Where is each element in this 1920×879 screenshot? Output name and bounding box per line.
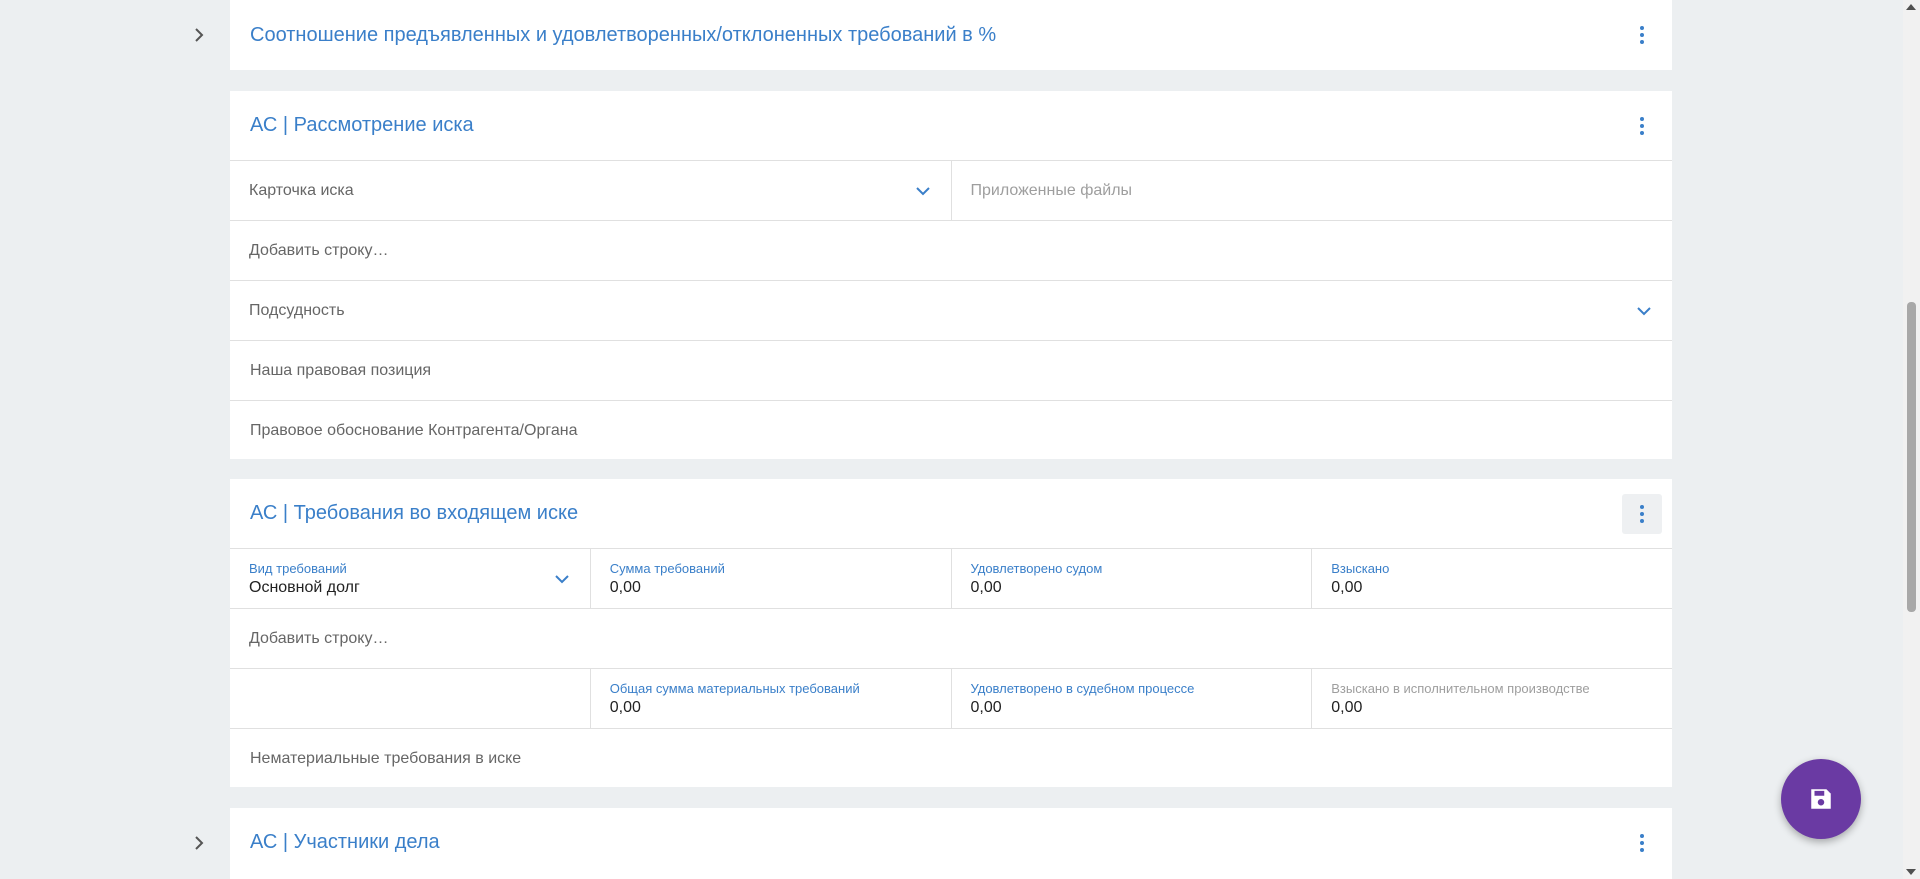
ratio-section-title: Соотношение предъявленных и удовлетворен… [250,23,997,46]
claims-menu-kebab-icon[interactable] [1622,493,1662,534]
satisfied-process-value: 0,00 [970,698,1002,716]
recovered-field[interactable]: Взыскано 0,00 [1311,549,1672,608]
claims-add-row-button[interactable]: Добавить строку… [230,609,1672,668]
non-material-label: Нематериальные требования в иске [250,749,522,767]
review-row-our-position: Наша правовая позиция [230,340,1672,400]
court-satisfied-value: 0,00 [970,578,1002,596]
claim-sum-field[interactable]: Сумма требований 0,00 [589,549,951,608]
attached-files-field[interactable]: Приложенные файлы [950,161,1673,220]
claim-type-label: Вид требований [249,560,347,576]
claim-type-dropdown[interactable]: Вид требований Основной долг [230,549,590,608]
claims-row-totals: Общая сумма материальных требований 0,00… [230,668,1672,728]
review-row-counterparty: Правовое обоснование Контрагента/Органа [230,400,1672,460]
review-row-card-files: Карточка иска Приложенные файлы [230,160,1672,220]
recovered-value: 0,00 [1331,578,1363,596]
review-add-row-button[interactable]: Добавить строку… [230,221,1672,280]
chevron-down-icon [555,574,569,583]
review-section-header: АС | Рассмотрение иска [230,91,1672,160]
claim-type-value: Основной долг [249,578,360,596]
expand-participants-chevron-icon[interactable] [192,836,206,850]
our-position-field[interactable]: Наша правовая позиция [230,341,1672,400]
total-material-label: Общая сумма материальных требований [609,680,860,696]
chevron-down-icon [915,186,930,195]
scroll-down-arrow-icon[interactable] [1906,869,1916,875]
court-satisfied-field[interactable]: Удовлетворено судом 0,00 [950,549,1312,608]
expand-ratio-chevron-icon[interactable] [192,28,206,42]
chevron-down-icon [1637,306,1651,315]
counterparty-basis-label: Правовое обоснование Контрагента/Органа [250,421,578,439]
review-row-jurisdiction: Подсудность [230,280,1672,340]
claims-add-row: Добавить строку… [230,608,1672,668]
claims-row-main: Вид требований Основной долг Сумма требо… [230,548,1672,608]
participants-section-header[interactable]: АС | Участники дела [230,808,1672,877]
ratio-menu-kebab-icon[interactable] [1622,15,1662,55]
scroll-up-arrow-icon[interactable] [1906,4,1916,10]
attached-files-label: Приложенные файлы [970,181,1133,199]
jurisdiction-label: Подсудность [249,301,345,319]
claim-card-label: Карточка иска [249,181,354,199]
save-button[interactable] [1781,759,1861,839]
review-add-row: Добавить строку… [230,220,1672,280]
satisfied-process-field: Удовлетворено в судебном процессе 0,00 [950,669,1312,728]
recovered-enforcement-value: 0,00 [1331,698,1363,716]
participants-section: АС | Участники дела [230,808,1672,879]
totals-empty-cell [230,669,590,728]
review-menu-kebab-icon[interactable] [1622,106,1662,146]
save-icon [1811,789,1831,809]
review-add-row-label: Добавить строку… [249,241,389,259]
court-satisfied-label: Удовлетворено судом [970,560,1103,576]
recovered-enforcement-field: Взыскано в исполнительном производстве 0… [1311,669,1672,728]
satisfied-process-label: Удовлетворено в судебном процессе [970,680,1195,696]
ratio-section: Соотношение предъявленных и удовлетворен… [230,0,1672,70]
counterparty-basis-field[interactable]: Правовое обоснование Контрагента/Органа [230,401,1672,460]
participants-menu-kebab-icon[interactable] [1622,823,1662,863]
claims-section: АС | Требования во входящем иске Вид тре… [230,479,1672,787]
page-scrollbar[interactable] [1903,0,1920,879]
jurisdiction-dropdown[interactable]: Подсудность [230,281,1672,340]
claims-add-row-label: Добавить строку… [249,629,389,647]
total-material-field: Общая сумма материальных требований 0,00 [589,669,951,728]
non-material-field[interactable]: Нематериальные требования в иске [230,729,1672,788]
recovered-label: Взыскано [1331,560,1390,576]
participants-section-title: АС | Участники дела [250,831,440,853]
review-section-title: АС | Рассмотрение иска [250,114,474,136]
claim-sum-value: 0,00 [609,578,641,596]
claims-row-non-material: Нематериальные требования в иске [230,728,1672,788]
total-material-value: 0,00 [609,698,641,716]
ratio-section-header[interactable]: Соотношение предъявленных и удовлетворен… [230,0,1672,70]
claim-sum-label: Сумма требований [609,560,725,576]
scrollbar-thumb[interactable] [1907,302,1916,612]
claims-section-header: АС | Требования во входящем иске [230,479,1672,548]
review-section: АС | Рассмотрение иска Карточка иска При… [230,91,1672,459]
claims-section-title: АС | Требования во входящем иске [250,502,579,524]
recovered-enforcement-label: Взыскано в исполнительном производстве [1331,680,1590,696]
claim-card-dropdown[interactable]: Карточка иска [230,161,951,220]
our-position-label: Наша правовая позиция [250,361,432,379]
